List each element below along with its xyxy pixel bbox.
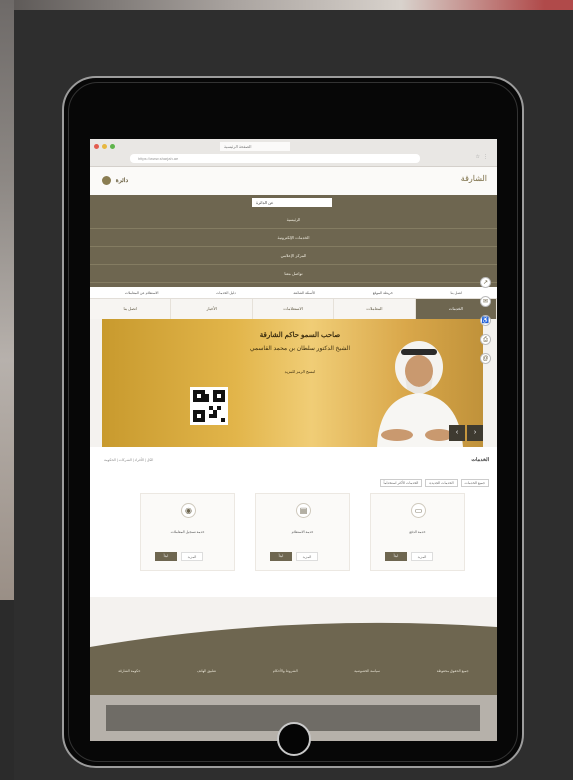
service-card[interactable]: ▭ خدمة الدفع ابدأ المزيد (370, 493, 465, 571)
mail-icon[interactable]: @ (480, 353, 491, 364)
banner-caption: امسح الرمز للمزيد (284, 369, 316, 374)
logo-mark-icon (102, 176, 111, 185)
close-window-icon[interactable] (94, 144, 99, 149)
qr-code[interactable] (190, 387, 228, 425)
background-photo-top (0, 0, 573, 10)
services-title: الخدمات (471, 457, 489, 463)
quick-link[interactable]: اتصل بنا (450, 291, 462, 295)
site-logo-right[interactable]: الشارقة (461, 174, 487, 183)
print-icon[interactable]: ⎙ (480, 334, 491, 345)
hero-banner: صاحب السمو حاكم الشارقة الشيخ الدكتور سل… (102, 319, 483, 447)
footer-link[interactable]: سياسة الخصوصية (354, 669, 380, 673)
tab-new-services[interactable]: الخدمات الجديدة (425, 479, 458, 487)
window-controls (94, 144, 115, 149)
service-start-button[interactable]: ابدأ (270, 552, 292, 561)
section-tabs: اتصل بنا الأخبار الاستعلامات المعاملات ا… (90, 299, 497, 319)
footer-link[interactable]: حكومة الشارقة (118, 669, 140, 673)
quick-link[interactable]: خريطة الموقع (373, 291, 393, 295)
tab-services[interactable]: اتصل بنا (90, 299, 172, 319)
service-card-name: خدمة الاستعلام (291, 530, 314, 534)
services-filters[interactable]: الكل | الأفراد | الشركات | الحكومة (104, 458, 153, 462)
address-bar[interactable]: https://www.sharjah.ae (130, 154, 420, 163)
browser-actions[interactable]: ☆⋮ (476, 154, 491, 160)
tab-most-used[interactable]: الخدمات الأكثر استخداماً (379, 479, 423, 487)
footer-link[interactable]: الشروط والأحكام (273, 669, 298, 673)
service-more-button[interactable]: المزيد (296, 552, 318, 561)
services-tabs: الخدمات الأكثر استخداماً الخدمات الجديدة… (379, 479, 489, 487)
service-start-button[interactable]: ابدأ (385, 552, 407, 561)
quick-link[interactable]: الاستعلام عن المعاملات (125, 291, 159, 295)
chevron-right-icon[interactable]: › (467, 425, 483, 441)
service-card-name: خدمة تسجيل المعاملات (170, 530, 205, 534)
service-start-button[interactable]: ابدأ (155, 552, 177, 561)
browser-toolbar: الصفحة الرئيسية https://www.sharjah.ae ☆… (90, 139, 497, 167)
menu-item-home[interactable]: الرئيسية (90, 211, 497, 229)
banner-heading: صاحب السمو حاكم الشارقة (259, 332, 341, 339)
payment-icon: ▭ (411, 503, 426, 518)
tablet-screen: الصفحة الرئيسية https://www.sharjah.ae ☆… (90, 139, 497, 741)
service-card-name: خدمة الدفع (409, 530, 426, 534)
maximize-window-icon[interactable] (110, 144, 115, 149)
site-header: دائرة الشارقة (90, 167, 497, 195)
site-footer: حكومة الشارقة تطبيق الهاتف الشروط والأحك… (90, 647, 497, 695)
floating-toolbar: ↗ ✉ ♿ ⎙ @ (480, 277, 493, 364)
banner-subheading: الشيخ الدكتور سلطان بن محمد القاسمي (249, 346, 351, 352)
menu-item-media[interactable]: المركز الإعلامي (90, 247, 497, 265)
chat-icon[interactable]: ✉ (480, 296, 491, 307)
menu-item-contact[interactable]: تواصل معنا (90, 265, 497, 283)
home-button[interactable] (277, 722, 311, 756)
menu-icon[interactable]: ⋮ (483, 154, 491, 160)
menu-select[interactable]: عن الدائرة (252, 198, 332, 207)
quick-link[interactable]: الأسئلة الشائعة (293, 291, 315, 295)
service-card[interactable]: ▤ خدمة الاستعلام ابدأ المزيد (255, 493, 350, 571)
browser-tab[interactable]: الصفحة الرئيسية (220, 142, 290, 151)
chevron-left-icon[interactable]: ‹ (449, 425, 465, 441)
site-logo-left[interactable]: دائرة (102, 176, 128, 185)
tab-inquiries[interactable]: الاستعلامات (253, 299, 335, 319)
share-icon[interactable]: ↗ (480, 277, 491, 288)
footer-link[interactable]: تطبيق الهاتف (197, 669, 216, 673)
service-card[interactable]: ◉ خدمة تسجيل المعاملات ابدأ المزيد (140, 493, 235, 571)
main-menu: عن الدائرة الرئيسية الخدمات الإلكترونية … (90, 195, 497, 287)
logo-left-text: دائرة (115, 178, 129, 185)
qr-code-icon (193, 390, 225, 422)
document-icon: ▤ (296, 503, 311, 518)
banner-controls: ‹ › (449, 425, 483, 441)
service-more-button[interactable]: المزيد (181, 552, 203, 561)
tab-transactions[interactable]: الأخبار (171, 299, 253, 319)
tab-news[interactable]: المعاملات (334, 299, 416, 319)
footer-link[interactable]: جميع الحقوق محفوظة (437, 669, 469, 673)
background-photo-left (0, 0, 14, 600)
menu-item-eservices[interactable]: الخدمات الإلكترونية (90, 229, 497, 247)
tab-all-services[interactable]: جميع الخدمات (460, 479, 489, 487)
eye-icon: ◉ (181, 503, 196, 518)
accessibility-icon[interactable]: ♿ (480, 315, 491, 326)
service-cards: ◉ خدمة تسجيل المعاملات ابدأ المزيد ▤ خدم… (140, 493, 491, 571)
service-more-button[interactable]: المزيد (411, 552, 433, 561)
quick-link[interactable]: دليل الخدمات (216, 291, 236, 295)
star-icon[interactable]: ☆ (476, 154, 483, 160)
quick-links: الاستعلام عن المعاملات دليل الخدمات الأس… (90, 287, 497, 299)
minimize-window-icon[interactable] (102, 144, 107, 149)
services-section: الخدمات الكل | الأفراد | الشركات | الحكو… (90, 447, 497, 597)
